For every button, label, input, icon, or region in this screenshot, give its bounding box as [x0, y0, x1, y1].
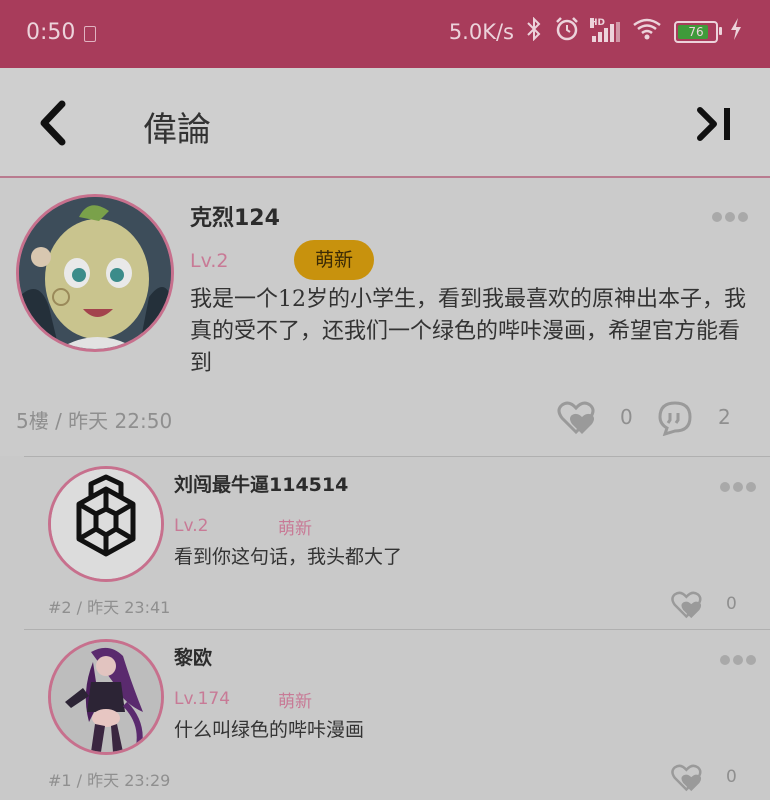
comment-meta: 5樓 / 昨天 22:50 [16, 409, 173, 433]
divider [24, 456, 770, 457]
heart-icon [671, 591, 702, 619]
comment-content: 什么叫绿色的哔咔漫画 [174, 719, 365, 741]
heart-icon [671, 764, 702, 792]
status-bar: 0:50 5.0K/s HD 76 [0, 0, 770, 68]
network-speed: 5.0K/s [448, 19, 514, 44]
reply-button[interactable] [657, 400, 693, 440]
user-level: Lv.2 [174, 516, 209, 536]
bluetooth-icon [526, 16, 542, 46]
avatar[interactable] [16, 194, 174, 352]
reply-item: 黎欧 Lv.174 萌新 什么叫绿色的哔咔漫画 #1 / 昨天 23:29 0 [0, 629, 770, 800]
username[interactable]: 克烈124 [190, 200, 280, 232]
hd-label: HD [590, 17, 606, 28]
user-level: Lv.2 [190, 250, 229, 272]
back-button[interactable] [34, 98, 78, 148]
username[interactable]: 刘闯最牛逼114514 [174, 470, 348, 497]
notification-icon [84, 26, 96, 42]
divider [24, 629, 770, 630]
user-level: Lv.174 [174, 689, 231, 709]
cube-logo-icon [51, 469, 161, 579]
skip-to-end-icon [697, 107, 730, 141]
page-title: 偉論 [143, 110, 211, 150]
avatar-image [19, 197, 171, 349]
jump-to-end-button[interactable] [696, 104, 736, 144]
user-title-badge: 萌新 [278, 692, 312, 712]
comment-content: 看到你这句话，我头都大了 [174, 546, 403, 568]
main-comment: 克烈124 Lv.2 萌新 我是一个12岁的小学生，看到我最喜欢的原神出本子，我… [0, 178, 770, 456]
charging-icon [730, 18, 742, 45]
comment-meta: #2 / 昨天 23:41 [48, 598, 171, 617]
user-title-badge: 萌新 [294, 240, 374, 280]
like-button[interactable] [670, 763, 706, 797]
more-options-button[interactable] [712, 212, 748, 222]
reply-item: 刘闯最牛逼114514 Lv.2 萌新 看到你这句话，我头都大了 #2 / 昨天… [0, 456, 770, 630]
like-button[interactable] [556, 400, 600, 440]
alarm-icon [554, 16, 580, 47]
like-button[interactable] [670, 590, 706, 624]
like-count: 0 [726, 767, 737, 787]
avatar-image [51, 642, 161, 752]
comment-meta: #1 / 昨天 23:29 [48, 771, 171, 790]
username[interactable]: 黎欧 [174, 643, 212, 670]
comment-content: 我是一个12岁的小学生，看到我最喜欢的原神出本子，我真的受不了，还我们一个绿色的… [190, 287, 746, 376]
app-header: 偉論 [0, 68, 770, 178]
battery-icon: 76 [674, 20, 722, 43]
like-count: 0 [726, 594, 737, 614]
more-options-button[interactable] [720, 655, 756, 665]
battery-level: 76 [688, 24, 704, 39]
more-options-button[interactable] [720, 482, 756, 492]
reply-avatar[interactable] [48, 466, 164, 582]
status-time: 0:50 [26, 20, 76, 45]
comment-bubble-icon [658, 401, 692, 437]
wifi-icon [632, 17, 662, 46]
user-title-badge: 萌新 [278, 519, 312, 539]
like-count: 0 [620, 405, 633, 429]
reply-count: 2 [718, 405, 731, 429]
back-arrow-icon [40, 100, 66, 146]
status-icons: 5.0K/s HD 76 [449, 16, 742, 47]
heart-icon [557, 401, 595, 435]
reply-avatar[interactable] [48, 639, 164, 755]
signal-icon: HD [590, 17, 620, 42]
